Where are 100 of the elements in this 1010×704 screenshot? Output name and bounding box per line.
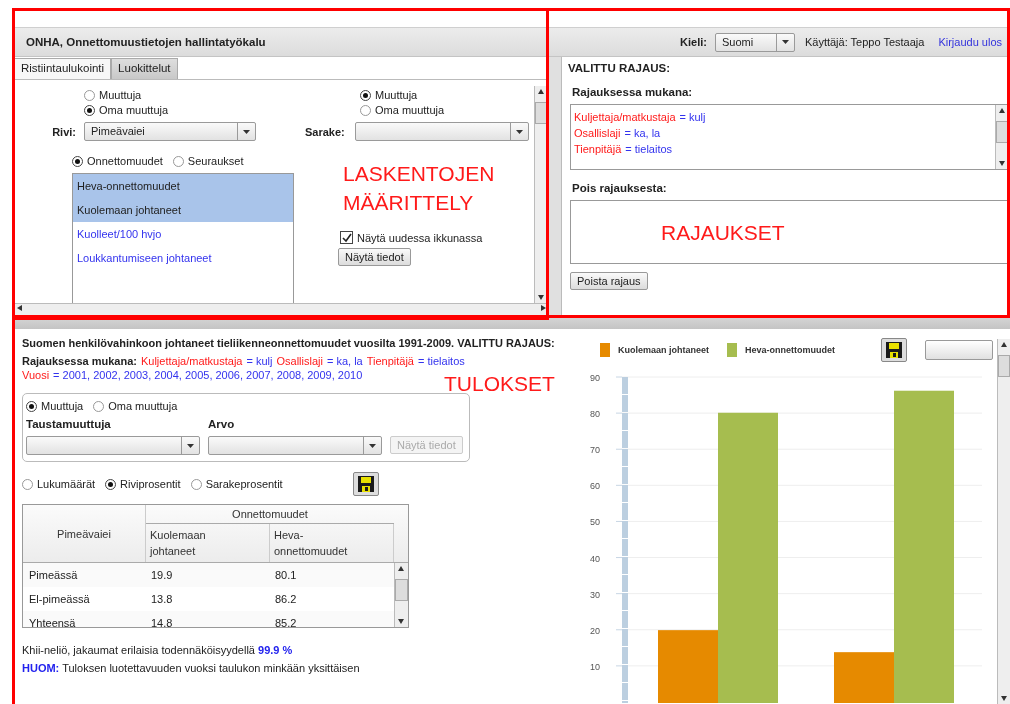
table-cell-text: El-pimeässä [28, 593, 91, 605]
axis-label: 10 [590, 661, 600, 672]
column-header: Onnettomuudet [146, 505, 394, 524]
axis-label: 80 [590, 409, 600, 420]
radio-label[interactable]: Seuraukset [187, 155, 244, 167]
save-icon [886, 342, 902, 358]
axis-label: 60 [590, 481, 600, 492]
scrollbar[interactable] [394, 563, 408, 627]
annotation-label: TULOKSET [444, 371, 555, 397]
field-label: Arvo [208, 418, 235, 430]
dropdown[interactable]: Pimeävaiei [84, 122, 256, 141]
radio-label[interactable]: Lukumäärät [37, 478, 96, 490]
table-cell-text: 19.9 [150, 569, 174, 581]
radio-label[interactable]: Sarakeprosentit [205, 478, 283, 490]
table-cell-text: 85.2 [274, 617, 298, 627]
caret-icon [187, 443, 194, 448]
table-cell-text: 14.8 [150, 617, 174, 627]
results-title: Suomen henkilövahinkoon johtaneet tieliikenneonnettomuudet vuosilta 1991-2009. VALITTU RAJAUS: [22, 337, 556, 349]
section-label: Rajauksessa mukana: [22, 355, 137, 367]
radio-label[interactable]: Oma muuttuja [99, 104, 169, 116]
column-header: Kuolemaan johtaneet [146, 524, 270, 562]
axis-label: 30 [590, 589, 600, 600]
section-label: Rajauksessa mukana: [572, 86, 694, 98]
filter-name: Osallislaji [574, 127, 621, 139]
filter-value: = kulj [246, 355, 273, 367]
annotation-label: RAJAUKSET [661, 219, 785, 246]
caret-icon [515, 129, 523, 134]
dropdown[interactable] [354, 122, 529, 141]
filter-value: = ka, la [624, 127, 661, 139]
legend-label: Heva-onnettomuudet [745, 345, 835, 355]
tab[interactable]: Ristiintaulukointi [14, 58, 112, 79]
annotation-label: MÄÄRITTELY [343, 190, 475, 216]
filter-value: = ka, la [326, 355, 363, 367]
filter-value: = tielaitos [418, 355, 465, 367]
scrollbar[interactable] [14, 303, 548, 315]
filter-name: Kuljettaja/matkustaja [140, 355, 243, 367]
list-item[interactable]: Kuolleet/100 hvjo [73, 222, 293, 246]
filter-value: = kulj [679, 111, 706, 123]
radio-button[interactable] [105, 478, 117, 490]
radio-button[interactable] [84, 89, 95, 101]
radio-label[interactable]: Oma muuttuja [375, 104, 445, 116]
list-item[interactable]: Kuolemaan johtaneet [73, 198, 293, 222]
note-text: HUOM: Tuloksen luotettavuuden vuoksi taulukon minkään yksittäisen [22, 662, 361, 674]
list-item[interactable]: Heva-onnettomuudet [73, 174, 293, 198]
radio-button[interactable] [190, 478, 202, 490]
show-button[interactable]: Näytä tiedot [338, 248, 411, 266]
radio-button[interactable] [93, 400, 105, 412]
field-label: Taustamuuttuja [26, 418, 112, 430]
logout-link[interactable]: Kirjaudu ulos [938, 36, 1002, 48]
filter-value: = tielaitos [625, 143, 673, 155]
checkbox[interactable]: Näytä uudessa ikkunassa [340, 231, 483, 244]
radio-button[interactable] [172, 155, 184, 167]
column-header: Pimeävaiei [23, 505, 146, 562]
dropdown[interactable] [26, 436, 200, 455]
filter-name: Osallislaji [276, 355, 323, 367]
radio-label[interactable]: Muuttuja [99, 89, 142, 101]
section-label: Pois rajauksesta: [572, 182, 668, 194]
radio-button[interactable] [72, 155, 83, 167]
field-label: Rivi: [51, 125, 77, 138]
measure-list[interactable]: Heva-onnettomuudet Kuolemaan johtaneet Kuolleet/100 hvjo Loukkantumiseen johtaneet [72, 173, 294, 303]
table-cell-text: Pimeässä [28, 569, 79, 581]
radio-button[interactable] [22, 478, 33, 490]
axis-label: 90 [590, 373, 600, 383]
filter-value: = 2001, 2002, 2003, 2004, 2005, 2006, 2007, 2008, 2009, 2010 [53, 369, 363, 381]
radio-button[interactable] [26, 400, 37, 412]
dropdown[interactable]: Suomi [714, 32, 795, 52]
scrollbar[interactable] [997, 339, 1010, 704]
tab[interactable]: Luokittelut [111, 58, 178, 79]
radio-label[interactable]: Riviprosentit [120, 478, 181, 490]
table-cell-text: Yhteensä [28, 617, 77, 627]
caret-icon [243, 129, 250, 134]
panel-title: VALITTU RAJAUS: [568, 62, 671, 74]
dropdown[interactable] [208, 436, 382, 455]
radio-label[interactable]: Muuttuja [41, 400, 84, 412]
app-title: ONHA, Onnettomuustietojen hallintatyökalu [26, 36, 266, 48]
remove-button[interactable]: Poista rajaus [570, 272, 648, 290]
annotation-label: LASKENTOJEN [343, 161, 495, 187]
user-name: Käyttäjä: Teppo Testaaja [804, 36, 925, 48]
filter-name: Tienpitäjä [366, 355, 414, 367]
radio-label[interactable]: Onnettomuudet [87, 155, 163, 167]
radio-label[interactable]: Muuttuja [375, 89, 418, 101]
axis-label: 40 [590, 553, 600, 564]
caret-icon [781, 40, 789, 44]
table-cell-text: 13.8 [150, 593, 174, 605]
radio-button[interactable] [360, 104, 371, 116]
checkmark-icon [341, 232, 352, 243]
radio-label[interactable]: Oma muuttuja [108, 400, 178, 412]
list-item[interactable]: Loukkantumiseen johtaneet [73, 246, 293, 270]
save-button[interactable] [352, 472, 379, 496]
save-icon [357, 476, 374, 492]
blank-button[interactable] [925, 340, 993, 360]
save-button[interactable] [881, 338, 907, 362]
axis-label: 20 [590, 625, 600, 636]
radio-button[interactable] [360, 89, 371, 101]
language-label: Kieli: [680, 36, 707, 48]
table-cell-text: 80.1 [274, 569, 298, 581]
axis-label: 50 [590, 517, 600, 528]
chi-square-text: Khii-neliö, jakaumat erilaisia todennäköisyydellä 99.9 % [22, 644, 294, 656]
radio-button[interactable] [84, 104, 95, 116]
table-cell-text: 86.2 [274, 593, 298, 605]
